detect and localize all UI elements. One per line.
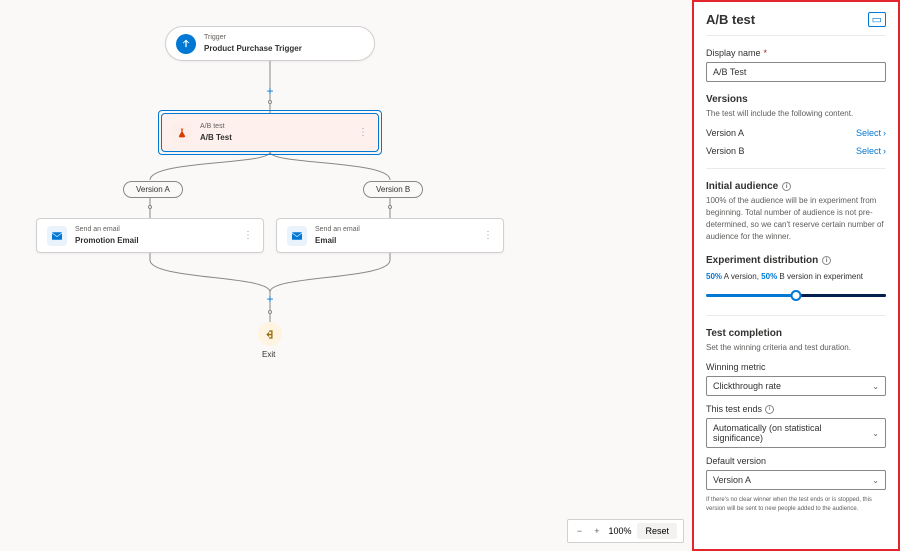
test-ends-label: This test ends i (706, 404, 886, 414)
version-a-name: Version A (706, 128, 744, 138)
zoom-level: 100% (608, 526, 631, 536)
distribution-title: Experiment distribution i (706, 255, 886, 266)
chevron-down-icon: ⌄ (872, 429, 879, 438)
email-b-sub: Send an email (315, 225, 360, 235)
chevron-right-icon: › (883, 146, 886, 156)
email-a-main: Promotion Email (75, 235, 139, 246)
winning-metric-select[interactable]: Clickthrough rate ⌄ (706, 376, 886, 396)
abtest-node-selected[interactable]: A/B test A/B Test ⋮ (158, 110, 382, 155)
versions-desc: The test will include the following cont… (706, 108, 886, 120)
zoom-reset-button[interactable]: Reset (637, 523, 677, 539)
display-name-input[interactable] (706, 62, 886, 82)
completion-desc: Set the winning criteria and test durati… (706, 342, 886, 354)
zoom-out-button[interactable]: − (574, 526, 585, 536)
trigger-main: Product Purchase Trigger (204, 43, 302, 54)
version-b-row: Version B Select› (706, 146, 886, 156)
email-b-main: Email (315, 235, 360, 246)
trigger-sub: Trigger (204, 33, 302, 43)
branch-b-label[interactable]: Version B (363, 181, 423, 198)
winning-metric-label: Winning metric (706, 362, 886, 372)
trigger-node[interactable]: Trigger Product Purchase Trigger (165, 26, 375, 61)
chevron-down-icon: ⌄ (872, 382, 879, 391)
add-step-plus[interactable]: + (263, 292, 277, 306)
panel-title: A/B test (706, 12, 755, 27)
email-node-a[interactable]: Send an email Promotion Email ⋮ (36, 218, 264, 253)
exit-icon (265, 329, 276, 340)
email-node-b[interactable]: Send an email Email ⋮ (276, 218, 504, 253)
abtest-main: A/B Test (200, 132, 232, 143)
exit-label: Exit (262, 350, 275, 359)
connector-dot (388, 205, 392, 209)
version-a-row: Version A Select› (706, 128, 886, 138)
email-b-more-icon[interactable]: ⋮ (473, 230, 493, 241)
info-icon[interactable]: i (822, 256, 831, 265)
email-a-more-icon[interactable]: ⋮ (233, 230, 253, 241)
initial-audience-title: Initial audience i (706, 181, 886, 192)
chevron-right-icon: › (883, 128, 886, 138)
flask-icon (172, 123, 192, 143)
distribution-summary: 50% A version, 50% B version in experime… (706, 272, 886, 281)
connector-dot (148, 205, 152, 209)
zoom-in-button[interactable]: + (591, 526, 602, 536)
slider-thumb[interactable] (791, 290, 802, 301)
default-version-label: Default version (706, 456, 886, 466)
abtest-sub: A/B test (200, 122, 232, 132)
branch-a-label[interactable]: Version A (123, 181, 183, 198)
journey-canvas[interactable]: Trigger Product Purchase Trigger + A/B t… (0, 0, 692, 551)
abtest-more-icon[interactable]: ⋮ (348, 127, 368, 138)
exit-node[interactable] (258, 322, 282, 346)
connector-dot (268, 100, 272, 104)
email-icon (47, 226, 67, 246)
email-a-sub: Send an email (75, 225, 139, 235)
info-icon[interactable]: i (765, 405, 774, 414)
default-version-note: If there's no clear winner when the test… (706, 496, 886, 514)
test-ends-select[interactable]: Automatically (on statistical significan… (706, 418, 886, 448)
version-b-name: Version B (706, 146, 745, 156)
zoom-bar: − + 100% Reset (567, 519, 684, 543)
abtest-properties-panel: A/B test ▭ Display name* Versions The te… (692, 0, 900, 551)
connector-dot (268, 310, 272, 314)
email-icon (287, 226, 307, 246)
panel-header-icon[interactable]: ▭ (868, 12, 886, 27)
add-step-plus[interactable]: + (263, 84, 277, 98)
completion-title: Test completion (706, 328, 886, 339)
chevron-down-icon: ⌄ (872, 476, 879, 485)
default-version-select[interactable]: Version A ⌄ (706, 470, 886, 490)
initial-audience-desc: 100% of the audience will be in experime… (706, 195, 886, 243)
version-a-select-link[interactable]: Select› (856, 128, 886, 138)
display-name-label: Display name* (706, 48, 886, 58)
versions-title: Versions (706, 94, 886, 105)
version-b-select-link[interactable]: Select› (856, 146, 886, 156)
trigger-icon (176, 34, 196, 54)
distribution-slider[interactable] (706, 287, 886, 303)
info-icon[interactable]: i (782, 182, 791, 191)
